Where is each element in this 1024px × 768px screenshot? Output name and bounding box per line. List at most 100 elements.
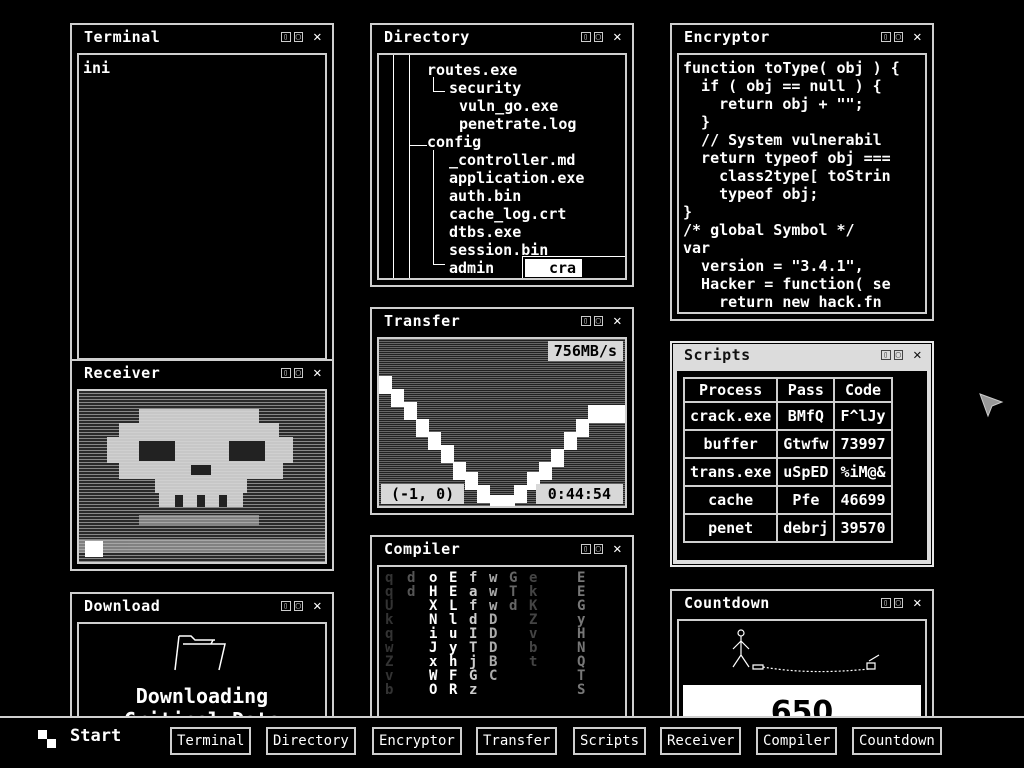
matrix-col: EELluyhFR	[449, 570, 458, 698]
matrix-col: EEGyHNQTS	[577, 570, 586, 698]
window-title: Encryptor	[684, 28, 770, 46]
table-cell: BMfQ	[776, 401, 836, 431]
taskbar-item-receiver[interactable]: Receiver	[660, 727, 742, 755]
close-icon[interactable]: ✕	[313, 598, 322, 614]
tree-item[interactable]: application.exe	[449, 169, 584, 187]
taskbar-item-transfer[interactable]: Transfer	[476, 727, 558, 755]
compiler-titlebar[interactable]: Compiler ▯ ▢ ✕	[372, 537, 632, 561]
terminal-body[interactable]: ini	[77, 53, 327, 360]
encryptor-window: Encryptor ▯ ▢ ✕ function toType( obj ) {…	[670, 23, 934, 321]
close-icon[interactable]: ✕	[613, 541, 622, 557]
taskbar-item-encryptor[interactable]: Encryptor	[372, 727, 462, 755]
table-row[interactable]: penet debrj 39570	[682, 513, 893, 543]
countdown-window: Countdown ▯ ▢ ✕ 650	[670, 589, 934, 733]
minimize-icon[interactable]: ▯	[881, 598, 891, 608]
table-cell: 46699	[833, 485, 893, 515]
stickman-bomb-icon	[732, 629, 880, 673]
transfer-bar	[465, 472, 479, 490]
minimize-icon[interactable]: ▯	[581, 32, 591, 42]
start-label: Start	[70, 726, 122, 746]
table-row[interactable]: cache Pfe 46699	[682, 485, 893, 515]
maximize-icon[interactable]: ▢	[593, 544, 604, 554]
tree-item[interactable]: penetrate.log	[459, 115, 576, 133]
tree-item[interactable]: dtbs.exe	[449, 223, 521, 241]
terminal-titlebar[interactable]: Terminal ▯ ▢ ✕	[72, 25, 332, 49]
close-icon[interactable]: ✕	[913, 595, 922, 611]
tree-item[interactable]: routes.exe	[427, 61, 517, 79]
transfer-bar	[489, 495, 503, 506]
minimize-icon[interactable]: ▯	[281, 32, 291, 42]
tree-item[interactable]: _controller.md	[449, 151, 575, 169]
tree-item[interactable]: auth.bin	[449, 187, 521, 205]
minimize-icon[interactable]: ▯	[581, 544, 591, 554]
minimize-icon[interactable]: ▯	[881, 32, 891, 42]
table-row[interactable]: crack.exe BMfQ F^lJy	[682, 401, 893, 431]
minimize-icon[interactable]: ▯	[881, 350, 891, 360]
encryptor-titlebar[interactable]: Encryptor ▯ ▢ ✕	[672, 25, 932, 49]
transfer-speed: 756MB/s	[547, 341, 623, 361]
receiver-image	[77, 389, 327, 564]
transfer-coords: (-1, 0)	[381, 484, 465, 504]
scripts-titlebar[interactable]: Scripts ▯ ▢ ✕	[672, 343, 932, 367]
matrix-col: oHXNiJxWO	[429, 570, 438, 698]
taskbar-item-countdown[interactable]: Countdown	[852, 727, 942, 755]
download-window: Download ▯ ▢ ✕ Downloading Critical Data	[70, 592, 334, 736]
encryptor-body: function toType( obj ) { if ( obj == nul…	[677, 53, 927, 314]
tree-item[interactable]: vuln_go.exe	[459, 97, 558, 115]
minimize-icon[interactable]: ▯	[281, 368, 291, 378]
receiver-titlebar[interactable]: Receiver ▯ ▢ ✕	[72, 361, 332, 385]
table-cell: Pfe	[776, 485, 836, 515]
minimize-icon[interactable]: ▯	[581, 316, 591, 326]
scripts-window: Scripts ▯ ▢ ✕ Process Pass Code crack.ex…	[670, 341, 934, 567]
maximize-icon[interactable]: ▢	[293, 32, 304, 42]
maximize-icon[interactable]: ▢	[293, 601, 304, 611]
maximize-icon[interactable]: ▢	[893, 32, 904, 42]
download-body: Downloading Critical Data	[77, 622, 327, 729]
compiler-window: Compiler ▯ ▢ ✕ qqUkqwZvb dd oHXNiJxWO EE…	[370, 535, 634, 729]
taskbar-item-directory[interactable]: Directory	[266, 727, 356, 755]
minimize-icon[interactable]: ▯	[281, 601, 291, 611]
rename-input[interactable]: cra	[522, 256, 625, 278]
transfer-bar	[551, 449, 565, 467]
close-icon[interactable]: ✕	[313, 365, 322, 381]
table-cell: crack.exe	[682, 401, 779, 431]
transfer-bar	[379, 376, 392, 394]
taskbar-item-scripts[interactable]: Scripts	[573, 727, 647, 755]
directory-tree: routes.exe security vuln_go.exe penetrat…	[377, 53, 627, 280]
countdown-titlebar[interactable]: Countdown ▯ ▢ ✕	[672, 591, 932, 615]
close-icon[interactable]: ✕	[313, 29, 322, 45]
close-icon[interactable]: ✕	[913, 347, 922, 363]
tree-item[interactable]: cache_log.crt	[449, 205, 566, 223]
table-row[interactable]: buffer Gtwfw 73997	[682, 429, 893, 459]
skull-glitch-image	[79, 409, 325, 557]
tree-item[interactable]: config	[427, 133, 481, 151]
transfer-bar	[612, 405, 625, 423]
close-icon[interactable]: ✕	[913, 29, 922, 45]
transfer-bar	[415, 419, 429, 437]
taskbar-item-terminal[interactable]: Terminal	[170, 727, 252, 755]
tree-item[interactable]: security	[449, 79, 521, 97]
table-row[interactable]: trans.exe uSpED %iM@&	[682, 457, 893, 487]
table-cell: 39570	[833, 513, 893, 543]
close-icon[interactable]: ✕	[613, 29, 622, 45]
transfer-titlebar[interactable]: Transfer ▯ ▢ ✕	[372, 309, 632, 333]
start-logo-icon	[38, 730, 56, 748]
transfer-bar	[514, 485, 528, 503]
maximize-icon[interactable]: ▢	[293, 368, 304, 378]
matrix-col: qqUkqwZvb	[385, 570, 394, 698]
close-icon[interactable]: ✕	[613, 313, 622, 329]
folder-icon	[174, 635, 226, 671]
tree-item[interactable]: admin	[449, 259, 494, 277]
directory-titlebar[interactable]: Directory ▯ ▢ ✕	[372, 25, 632, 49]
maximize-icon[interactable]: ▢	[893, 598, 904, 608]
terminal-text: ini	[83, 59, 111, 77]
window-title: Transfer	[384, 312, 461, 330]
download-titlebar[interactable]: Download ▯ ▢ ✕	[72, 594, 332, 618]
maximize-icon[interactable]: ▢	[593, 316, 604, 326]
maximize-icon[interactable]: ▢	[893, 350, 904, 360]
taskbar-item-compiler[interactable]: Compiler	[756, 727, 838, 755]
transfer-bar	[403, 402, 417, 420]
maximize-icon[interactable]: ▢	[593, 32, 604, 42]
transfer-bar	[588, 405, 602, 423]
start-button[interactable]: Start	[38, 726, 122, 748]
